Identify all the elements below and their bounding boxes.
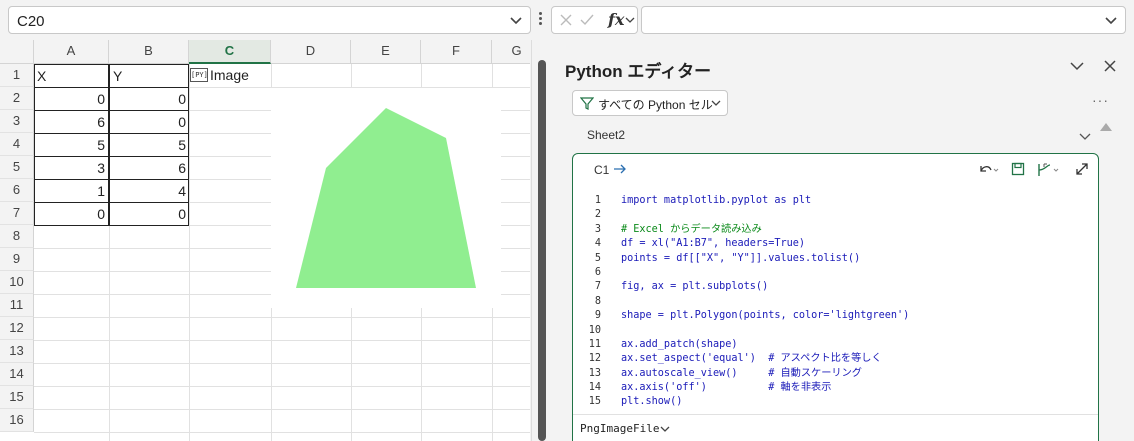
arrow-right-icon[interactable]	[613, 162, 627, 176]
row-header[interactable]: 7	[0, 202, 34, 225]
cell-b2[interactable]: 0	[110, 88, 189, 111]
row-header[interactable]: 11	[0, 294, 34, 317]
more-options-icon[interactable]	[537, 10, 543, 30]
fx-icon[interactable]: fx	[608, 10, 624, 29]
python-cell-icon: [PY]	[190, 68, 208, 82]
row-header[interactable]: 1	[0, 64, 34, 87]
cell-b6[interactable]: 4	[110, 180, 189, 203]
select-all-corner[interactable]	[0, 40, 34, 64]
polygon-image[interactable]	[271, 88, 501, 308]
python-editor-pane: Python エディター すべての Python セル ··· Sheet2 C…	[551, 40, 1134, 441]
chevron-down-icon[interactable]	[1078, 129, 1092, 143]
cell-a1[interactable]: X	[34, 65, 108, 88]
column-header-f[interactable]: F	[421, 40, 492, 64]
pane-title: Python エディター	[565, 62, 712, 81]
filter-label: すべての Python セル	[598, 98, 713, 112]
sheet-label: Sheet2	[587, 128, 626, 142]
cell-b3[interactable]: 0	[110, 111, 189, 134]
row-header[interactable]: 16	[0, 409, 34, 432]
output-type-label: PngImageFile	[580, 422, 660, 435]
spreadsheet-grid[interactable]: A B C D E F G 1 2 3 4 5 6 7 8 9 10 11 12…	[0, 40, 530, 441]
row-header[interactable]: 12	[0, 317, 34, 340]
row-header[interactable]: 10	[0, 271, 34, 294]
row-header[interactable]: 3	[0, 110, 34, 133]
cell-a6[interactable]: 1	[34, 180, 108, 203]
row-header[interactable]: 13	[0, 340, 34, 363]
row-header[interactable]: 14	[0, 363, 34, 386]
output-bar[interactable]: PngImageFile	[573, 414, 1098, 441]
cancel-icon[interactable]	[558, 12, 574, 28]
polygon-shape	[296, 108, 476, 288]
row-header[interactable]: 15	[0, 386, 34, 409]
polygon-chart	[296, 108, 476, 288]
cell-a2[interactable]: 0	[34, 88, 108, 111]
pane-scrollbar[interactable]	[531, 40, 551, 441]
formula-bar: C20 fx	[0, 0, 1134, 40]
column-header-a[interactable]: A	[34, 40, 109, 64]
row-header[interactable]: 2	[0, 87, 34, 110]
check-icon[interactable]	[579, 12, 595, 28]
cell-b7[interactable]: 0	[110, 203, 189, 226]
name-box[interactable]: C20	[8, 6, 531, 34]
column-header-b[interactable]: B	[109, 40, 189, 64]
code-editor-card: C1 1 import matplotlib.pyplot as plt 2 3 #…	[572, 153, 1099, 441]
more-icon[interactable]: ···	[1092, 92, 1109, 108]
chevron-down-icon[interactable]	[1103, 12, 1119, 28]
run-icon[interactable]	[1035, 162, 1061, 178]
formula-input[interactable]	[641, 6, 1126, 34]
cell-b4[interactable]: 5	[110, 134, 189, 157]
row-header[interactable]: 6	[0, 179, 34, 202]
filter-icon	[580, 97, 594, 110]
chevron-down-icon	[711, 100, 721, 106]
expand-icon[interactable]	[1075, 162, 1089, 176]
close-icon[interactable]	[1102, 58, 1118, 74]
row-header[interactable]: 9	[0, 248, 34, 271]
row-header[interactable]: 4	[0, 133, 34, 156]
cell-b5[interactable]: 6	[110, 157, 189, 180]
cell-c1[interactable]: [PY] Image	[189, 64, 270, 87]
scroll-up-icon[interactable]	[1100, 123, 1112, 131]
column-header-d[interactable]: D	[271, 40, 351, 64]
cell-a7[interactable]: 0	[34, 203, 108, 226]
cell-c1-text: Image	[210, 67, 249, 83]
formula-buttons: fx	[551, 6, 638, 34]
column-header-c[interactable]: C	[189, 40, 271, 64]
undo-icon[interactable]	[977, 162, 999, 178]
row-header[interactable]: 8	[0, 225, 34, 248]
chevron-down-icon[interactable]	[624, 14, 636, 26]
cell-a4[interactable]: 5	[34, 134, 108, 157]
scrollbar-thumb[interactable]	[538, 60, 546, 441]
name-box-value: C20	[17, 13, 45, 30]
chevron-down-icon[interactable]	[659, 423, 671, 435]
save-icon[interactable]	[1011, 162, 1025, 176]
cell-reference[interactable]: C1	[594, 163, 609, 177]
cell-b1[interactable]: Y	[110, 65, 189, 88]
cell-filter-dropdown[interactable]: すべての Python セル	[572, 90, 728, 116]
row-header[interactable]: 5	[0, 156, 34, 179]
column-header-e[interactable]: E	[351, 40, 421, 64]
cell-a3[interactable]: 6	[34, 111, 108, 134]
collapse-chevron-icon[interactable]	[1069, 58, 1085, 74]
column-header-g[interactable]: G	[492, 40, 530, 64]
editor-header: C1	[573, 154, 1098, 184]
cell-a5[interactable]: 3	[34, 157, 108, 180]
chevron-down-icon[interactable]	[508, 12, 524, 28]
